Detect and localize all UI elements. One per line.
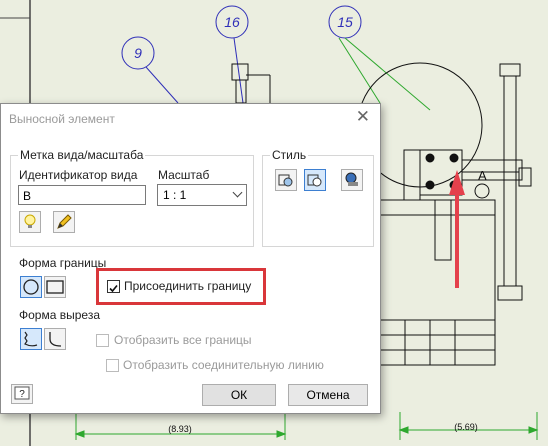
balloon-9[interactable]: 9 [121, 36, 179, 104]
show-all-boundaries-label[interactable]: Отобразить все границы [114, 333, 252, 347]
shaded-sphere-icon [345, 172, 358, 186]
style-button-hidden-lines[interactable] [275, 169, 297, 191]
show-all-boundaries-checkbox[interactable] [96, 334, 109, 347]
dimension-right-text: (5.69) [454, 422, 478, 432]
lightbulb-icon [24, 214, 36, 228]
leader-line-green [338, 37, 381, 104]
svg-text:A: A [478, 168, 487, 183]
style-button-shaded[interactable] [341, 169, 363, 191]
cancel-button[interactable]: Отмена [288, 384, 368, 406]
balloon-16[interactable]: 16 [215, 5, 249, 104]
svg-text:15: 15 [337, 14, 353, 30]
attach-boundary-highlight [96, 268, 266, 305]
view-label-group-label: Метка вида/масштаба [18, 148, 146, 162]
help-button[interactable]: ? [11, 384, 33, 404]
boundary-circle-button[interactable] [20, 276, 42, 298]
edit-label-button[interactable] [53, 211, 75, 233]
chevron-down-icon [232, 187, 243, 198]
cube-hidden-icon [278, 174, 293, 187]
style-button-hidden-lines-removed[interactable] [304, 169, 326, 191]
show-connection-line-label[interactable]: Отобразить соединительную линию [123, 358, 324, 372]
cutout-smooth-button[interactable] [44, 328, 66, 350]
circle-shape-icon [23, 279, 39, 295]
smooth-cutout-icon [49, 332, 62, 347]
close-icon[interactable]: ✕ [356, 108, 370, 126]
svg-text:9: 9 [134, 45, 142, 61]
pencil-icon [57, 214, 72, 229]
svg-text:?: ? [19, 389, 25, 400]
style-group-label: Стиль [270, 148, 309, 162]
toggle-label-visibility-button[interactable] [19, 211, 41, 233]
rectangle-shape-icon [46, 280, 64, 294]
boundary-shape-label: Форма границы [19, 256, 107, 270]
svg-text:16: 16 [224, 14, 240, 30]
leader-line-green-2 [344, 37, 431, 111]
boundary-rectangle-button[interactable] [44, 276, 66, 298]
jagged-cutout-icon [24, 331, 38, 347]
cutout-jagged-button[interactable] [20, 328, 42, 350]
scale-value: 1 : 1 [163, 188, 187, 202]
dimension-left-text: (8.93) [168, 424, 192, 434]
help-icon: ? [14, 386, 30, 400]
scale-label: Масштаб [158, 168, 210, 182]
view-id-input[interactable]: В [18, 185, 146, 205]
balloon-15[interactable]: 15 [328, 5, 362, 39]
cube-visible-icon [307, 174, 322, 187]
part-clamp-top [231, 63, 271, 104]
cutout-shape-label: Форма выреза [19, 308, 100, 322]
view-id-label: Идентификатор вида [19, 168, 138, 182]
detail-label-A[interactable]: A [478, 168, 487, 183]
dialog-title: Выносной элемент [9, 112, 115, 126]
detail-view-dialog: Выносной элемент ✕ Метка вида/масштаба И… [0, 103, 381, 414]
scale-select[interactable]: 1 : 1 [157, 184, 247, 206]
show-connection-line-checkbox[interactable] [106, 359, 119, 372]
ok-button[interactable]: ОК [202, 384, 276, 406]
